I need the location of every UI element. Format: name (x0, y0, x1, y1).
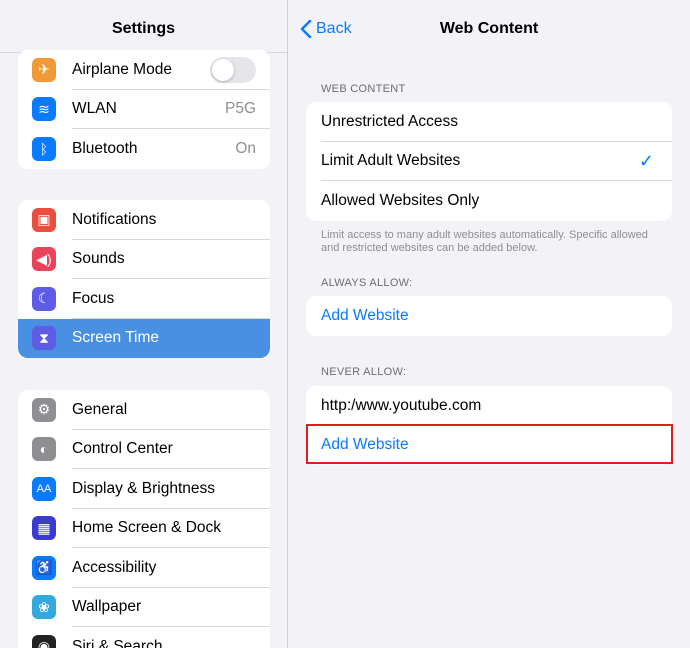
sidebar-item-label: Airplane Mode (72, 60, 172, 78)
sidebar-item-airplane-mode[interactable]: ✈ Airplane Mode (18, 50, 270, 90)
option-allowed-only[interactable]: Allowed Websites Only (306, 181, 672, 221)
add-website-label: Add Website (321, 306, 409, 324)
sidebar-item-label: Display & Brightness (72, 479, 216, 497)
checkmark-icon: ✓ (638, 150, 654, 171)
display-icon: AA (32, 476, 56, 501)
accessibility-icon: ♿ (32, 555, 56, 580)
site-url: http:/www.youtube.com (321, 396, 482, 414)
sidebar-item-bluetooth[interactable]: ᛒ Bluetooth On (18, 129, 270, 169)
sidebar-item-label: Accessibility (72, 558, 157, 576)
sounds-icon: ◀) (32, 247, 56, 272)
page-title: Web Content (439, 20, 539, 37)
wallpaper-icon: ❀ (32, 595, 56, 620)
moon-icon: ☾ (32, 286, 56, 311)
sidebar-item-general[interactable]: ⚙ General (18, 390, 270, 430)
control-center-icon: ◐ (32, 437, 56, 462)
gear-icon: ⚙ (32, 397, 56, 422)
option-label: Limit Adult Websites (321, 152, 461, 170)
sidebar-item-label: Home Screen & Dock (72, 519, 222, 537)
sidebar-item-wallpaper[interactable]: ❀ Wallpaper (18, 588, 270, 627)
toggle-knob (212, 58, 234, 81)
web-content-header: WEB CONTENT (321, 83, 406, 95)
sidebar-item-notifications[interactable]: ▣ Notifications (18, 200, 270, 240)
sidebar-item-label: Control Center (72, 440, 173, 458)
wifi-icon: ≋ (32, 97, 56, 122)
never-allow-header: NEVER ALLOW: (321, 366, 407, 378)
always-allow-list: Add Website (306, 296, 672, 336)
sidebar-item-label: Screen Time (72, 329, 160, 347)
sidebar-item-control-center[interactable]: ◐ Control Center (18, 430, 270, 469)
notifications-icon: ▣ (32, 207, 56, 232)
sidebar-item-value: On (235, 139, 256, 157)
bluetooth-icon: ᛒ (32, 136, 56, 161)
sidebar-item-label: WLAN (72, 100, 117, 118)
sidebar-item-label: Siri & Search (72, 637, 163, 648)
sidebar-item-label: Focus (72, 289, 115, 307)
sidebar-item-home-screen-dock[interactable]: ▦ Home Screen & Dock (18, 509, 270, 548)
sidebar-item-label: Bluetooth (72, 139, 138, 157)
sidebar-group-connectivity: ✈ Airplane Mode ≋ WLAN P5G ᛒ Bluetooth On (18, 50, 270, 169)
sidebar-item-accessibility[interactable]: ♿ Accessibility (18, 548, 270, 588)
sidebar-item-sounds[interactable]: ◀) Sounds (18, 240, 270, 279)
web-content-footer: Limit access to many adult websites auto… (321, 229, 648, 254)
option-unrestricted[interactable]: Unrestricted Access (306, 102, 672, 142)
sidebar-item-label: Sounds (72, 250, 125, 268)
sidebar-group-notifications: ▣ Notifications ◀) Sounds ☾ Focus ⧗ Screen Time (18, 200, 270, 358)
sidebar-group-general: ⚙ General ◐ Control Center AA Display & Brigh… (18, 390, 270, 648)
sidebar-item-wlan[interactable]: ≋ WLAN P5G (18, 90, 270, 129)
sidebar-item-display-brightness[interactable]: AA Display & Brightness (18, 469, 270, 509)
sidebar-item-siri-search[interactable]: ◉ Siri & Search (18, 627, 270, 648)
sidebar-item-label: Notifications (72, 210, 157, 228)
always-allow-header: ALWAYS ALLOW: (321, 277, 413, 289)
never-allow-site-row[interactable]: http:/www.youtube.com (306, 386, 672, 426)
sidebar-item-label: General (72, 400, 128, 418)
web-content-options: Unrestricted Access Limit Adult Websites… (306, 102, 672, 221)
airplane-mode-toggle[interactable] (210, 56, 256, 83)
highlight-box (306, 424, 673, 464)
home-screen-icon: ▦ (32, 516, 56, 541)
option-limit-adult[interactable]: Limit Adult Websites ✓ (306, 142, 672, 181)
option-label: Allowed Websites Only (321, 191, 480, 209)
sidebar-item-label: Wallpaper (72, 598, 142, 616)
settings-sidebar: Settings ✈ Airplane Mode ≋ WLAN P5G ᛒ Bluetoot… (0, 0, 288, 648)
sidebar-item-value: P5G (224, 100, 256, 118)
always-allow-add-website-button[interactable]: Add Website (306, 296, 672, 336)
siri-icon: ◉ (32, 634, 56, 648)
airplane-icon: ✈ (32, 57, 56, 82)
sidebar-title: Settings (111, 20, 176, 37)
sidebar-item-focus[interactable]: ☾ Focus (18, 279, 270, 319)
web-content-pane: Back Web Content WEB CONTENT Unrestricte… (288, 0, 690, 648)
option-label: Unrestricted Access (321, 112, 458, 130)
sidebar-item-screen-time[interactable]: ⧗ Screen Time (18, 318, 270, 358)
hourglass-icon: ⧗ (32, 326, 56, 351)
